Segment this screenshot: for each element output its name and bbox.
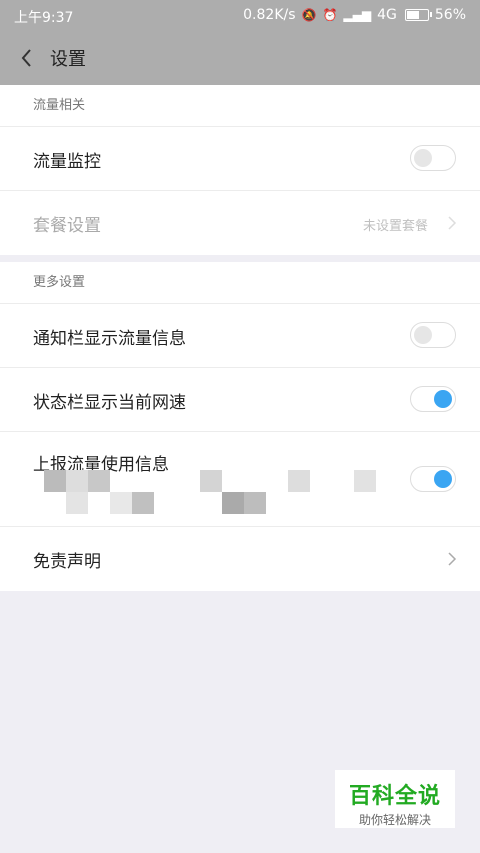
status-right: 0.82K/s 🔕 ⏰ ▂▄▆ 4G 56% xyxy=(243,7,466,23)
chevron-right-icon xyxy=(448,552,457,566)
row-label: 流量监控 xyxy=(33,152,101,172)
mute-icon: 🔕 xyxy=(301,8,317,22)
section-header: 更多设置 xyxy=(0,262,480,304)
battery-level: 56% xyxy=(434,7,466,23)
chevron-left-icon[interactable] xyxy=(16,46,40,70)
row-label: 套餐设置 xyxy=(33,216,101,236)
row-notification-traffic[interactable]: 通知栏显示流量信息 xyxy=(0,304,480,368)
report-usage-toggle[interactable] xyxy=(410,466,456,492)
row-label: 免责声明 xyxy=(33,552,101,572)
pixelated-description xyxy=(44,470,384,520)
watermark-title: 百科全说 xyxy=(348,784,441,809)
row-label: 状态栏显示当前网速 xyxy=(33,393,186,413)
statusbar-speed-toggle[interactable] xyxy=(410,386,456,412)
section-more: 更多设置 通知栏显示流量信息 状态栏显示当前网速 上报流量使用信息 免责声明 xyxy=(0,262,480,591)
row-traffic-monitor[interactable]: 流量监控 xyxy=(0,127,480,191)
row-label: 通知栏显示流量信息 xyxy=(33,329,186,349)
row-report-usage[interactable]: 上报流量使用信息 xyxy=(0,432,480,527)
notification-traffic-toggle[interactable] xyxy=(410,322,456,348)
watermark-logo: 百科全说 助你轻松解决 xyxy=(335,770,455,828)
traffic-monitor-toggle[interactable] xyxy=(410,145,456,171)
row-plan-settings[interactable]: 套餐设置 未设置套餐 xyxy=(0,191,480,255)
signal-icon: ▂▄▆ xyxy=(343,8,372,22)
section-traffic: 流量相关 流量监控 套餐设置 未设置套餐 xyxy=(0,85,480,255)
network-speed: 0.82K/s xyxy=(243,7,296,23)
network-type: 4G xyxy=(377,7,397,23)
row-statusbar-speed[interactable]: 状态栏显示当前网速 xyxy=(0,368,480,432)
plan-status: 未设置套餐 xyxy=(362,219,428,234)
chevron-right-icon xyxy=(448,216,457,230)
page-title: 设置 xyxy=(50,49,86,70)
row-disclaimer[interactable]: 免责声明 xyxy=(0,527,480,591)
status-bar: 上午9:37 0.82K/s 🔕 ⏰ ▂▄▆ 4G 56% xyxy=(0,0,480,30)
nav-bar: 设置 xyxy=(0,30,480,85)
section-header: 流量相关 xyxy=(0,85,480,127)
alarm-icon: ⏰ xyxy=(322,8,338,22)
status-time: 上午9:37 xyxy=(14,10,74,26)
watermark-subtitle: 助你轻松解决 xyxy=(358,813,431,827)
battery-icon xyxy=(404,9,432,21)
